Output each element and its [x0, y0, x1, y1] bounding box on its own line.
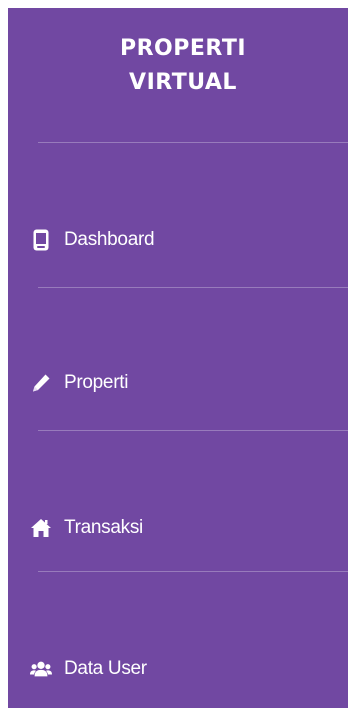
sidebar-divider [38, 142, 348, 143]
sidebar-divider [38, 571, 348, 572]
sidebar-divider [38, 430, 348, 431]
sidebar-item-label: Transaksi [64, 517, 143, 538]
sidebar-item-label: Properti [64, 372, 129, 393]
sidebar-item-properti[interactable]: Properti [30, 363, 128, 403]
sidebar-item-dashboard[interactable]: Dashboard [30, 220, 155, 260]
tablet-icon [30, 229, 52, 251]
sidebar-divider [38, 287, 348, 288]
sidebar-item-transaksi[interactable]: Transaksi [30, 508, 143, 548]
brand-line-2: VIRTUAL [129, 70, 237, 95]
sidebar: PROPERTI VIRTUAL Dashboard Properti Tran… [8, 8, 348, 708]
users-icon [30, 658, 52, 680]
home-icon [30, 517, 52, 539]
brand-line-1: PROPERTI [119, 36, 247, 61]
brand-title[interactable]: PROPERTI VIRTUAL [8, 32, 350, 100]
sidebar-item-data-user[interactable]: Data User [30, 649, 147, 689]
sidebar-item-label: Data User [64, 658, 147, 679]
pencil-icon [30, 372, 52, 394]
sidebar-item-label: Dashboard [64, 229, 155, 250]
